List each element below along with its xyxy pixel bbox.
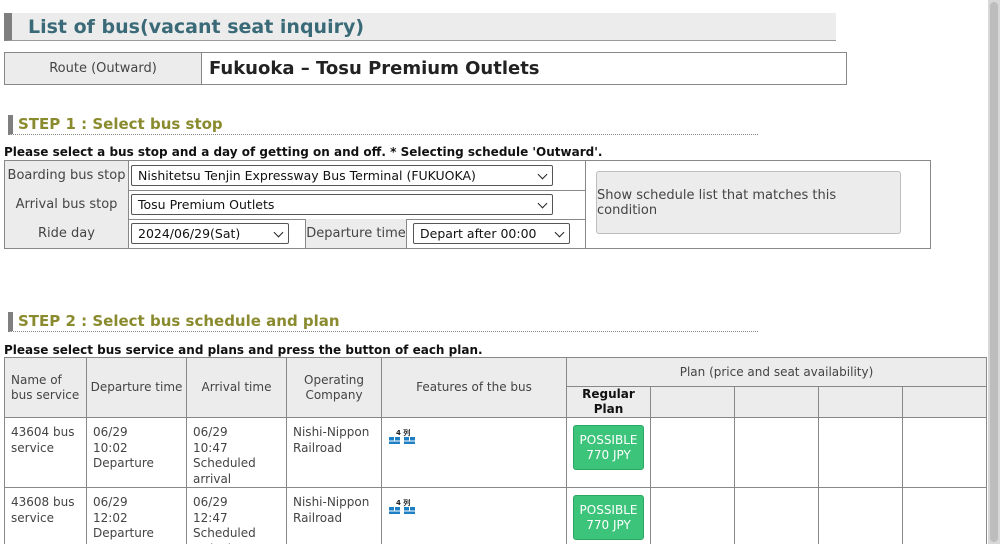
step2-heading: STEP 2 : Select bus schedule and plan xyxy=(8,312,758,332)
table-row: 43608 bus service 06/29 12:02 Departure 0… xyxy=(4,487,987,544)
col-header-regular-plan: Regular Plan xyxy=(566,386,651,418)
departure-cell: 06/29 12:02 Departure xyxy=(86,487,187,544)
feature-badge-text: 4 列 xyxy=(396,498,410,507)
departure-cell: 06/29 10:02 Departure xyxy=(86,417,187,488)
chevron-down-icon xyxy=(554,227,565,238)
search-form: Boarding bus stop Nishitetsu Tenjin Expr… xyxy=(4,160,931,249)
possible-plan-button[interactable]: POSSIBLE 770 JPY xyxy=(573,495,644,540)
vertical-scrollbar[interactable] xyxy=(988,0,1000,544)
departure-time-label: Departure time xyxy=(305,219,407,248)
features-cell: 4 列 xyxy=(381,417,567,488)
route-label: Route (Outward) xyxy=(5,53,202,84)
chevron-down-icon xyxy=(537,198,548,209)
col-header-features: Features of the bus xyxy=(381,357,567,418)
arrival-time: 10:47 Scheduled arrival xyxy=(193,440,256,486)
arrival-stop-select[interactable]: Tosu Premium Outlets xyxy=(131,194,553,215)
boarding-stop-label: Boarding bus stop xyxy=(5,161,129,190)
arrival-stop-value: Tosu Premium Outlets xyxy=(138,197,275,212)
boarding-stop-select[interactable]: Nishitetsu Tenjin Expressway Bus Termina… xyxy=(131,165,553,186)
col-header-name: Name of bus service xyxy=(4,357,87,418)
step2-heading-text: STEP 2 : Select bus schedule and plan xyxy=(18,312,340,330)
regular-plan-cell: POSSIBLE 770 JPY xyxy=(566,487,651,544)
arrival-date: 06/29 xyxy=(193,425,228,439)
plan-status: POSSIBLE xyxy=(579,433,638,447)
chevron-down-icon xyxy=(273,227,284,238)
ride-day-label: Ride day xyxy=(5,219,129,248)
chevron-down-icon xyxy=(537,169,548,180)
col-header-arrival: Arrival time xyxy=(186,357,287,418)
step2-instruction: Please select bus service and plans and … xyxy=(4,343,483,357)
plan-price: 770 JPY xyxy=(586,448,631,462)
possible-plan-button[interactable]: POSSIBLE 770 JPY xyxy=(573,425,644,470)
feature-badge-text: 4 列 xyxy=(396,428,410,437)
step1-heading: STEP 1 : Select bus stop xyxy=(8,115,758,135)
route-box: Route (Outward) Fukuoka – Tosu Premium O… xyxy=(4,52,847,85)
plan-empty-cell xyxy=(902,487,987,544)
plan-empty-cell xyxy=(818,487,903,544)
bus-service-name: 43608 bus service xyxy=(4,487,87,544)
bus-service-name: 43604 bus service xyxy=(4,417,87,488)
col-header-company: Operating Company xyxy=(286,357,382,418)
step1-heading-text: STEP 1 : Select bus stop xyxy=(18,115,223,133)
departure-time: 12:02 Departure xyxy=(93,510,154,541)
col-header-plan-empty xyxy=(818,386,903,418)
plan-empty-cell xyxy=(902,417,987,488)
plan-empty-cell xyxy=(650,487,735,544)
ride-day-select[interactable]: 2024/06/29(Sat) xyxy=(131,223,289,244)
four-row-seat-icon: 4 列 xyxy=(388,428,416,451)
arrival-time: 12:47 Scheduled arrival xyxy=(193,510,256,544)
arrival-cell: 06/2912:47 Scheduled arrival xyxy=(186,487,287,544)
plan-empty-cell xyxy=(650,417,735,488)
col-header-plan-empty xyxy=(734,386,819,418)
step1-instruction: Please select a bus stop and a day of ge… xyxy=(4,145,603,159)
operating-company: Nishi-Nippon Railroad xyxy=(286,487,382,544)
page-content: List of bus(vacant seat inquiry) Route (… xyxy=(0,0,988,544)
arrival-date: 06/29 xyxy=(193,495,228,509)
show-schedule-button[interactable]: Show schedule list that matches this con… xyxy=(596,171,901,234)
schedule-table: Name of bus service Departure time Arriv… xyxy=(4,357,987,544)
plan-empty-cell xyxy=(734,487,819,544)
departure-time-value: Depart after 00:00 xyxy=(420,226,537,241)
col-header-departure: Departure time xyxy=(86,357,187,418)
departure-date: 06/29 xyxy=(93,495,128,509)
departure-time-select[interactable]: Depart after 00:00 xyxy=(413,223,570,244)
plan-status: POSSIBLE xyxy=(579,503,638,517)
col-header-plan-group: Plan (price and seat availability) xyxy=(566,357,987,387)
table-row: 43604 bus service 06/29 10:02 Departure 0… xyxy=(4,417,987,488)
regular-plan-cell: POSSIBLE 770 JPY xyxy=(566,417,651,488)
page-title-bar: List of bus(vacant seat inquiry) xyxy=(4,13,836,41)
ride-day-value: 2024/06/29(Sat) xyxy=(138,226,241,241)
four-row-seat-icon: 4 列 xyxy=(388,498,416,521)
arrival-cell: 06/29 10:47 Scheduled arrival xyxy=(186,417,287,488)
departure-time: 10:02 Departure xyxy=(93,440,154,471)
plan-empty-cell xyxy=(818,417,903,488)
plan-price: 770 JPY xyxy=(586,518,631,532)
departure-date: 06/29 xyxy=(93,425,128,439)
col-header-plan-empty xyxy=(902,386,987,418)
plan-empty-cell xyxy=(734,417,819,488)
features-cell: 4 列 xyxy=(381,487,567,544)
page-title: List of bus(vacant seat inquiry) xyxy=(28,16,365,38)
col-header-plan-empty xyxy=(650,386,735,418)
route-value: Fukuoka – Tosu Premium Outlets xyxy=(209,58,540,79)
scrollbar-thumb[interactable] xyxy=(990,2,998,542)
operating-company: Nishi-Nippon Railroad xyxy=(286,417,382,488)
arrival-stop-label: Arrival bus stop xyxy=(5,190,129,219)
boarding-stop-value: Nishitetsu Tenjin Expressway Bus Termina… xyxy=(138,168,476,183)
